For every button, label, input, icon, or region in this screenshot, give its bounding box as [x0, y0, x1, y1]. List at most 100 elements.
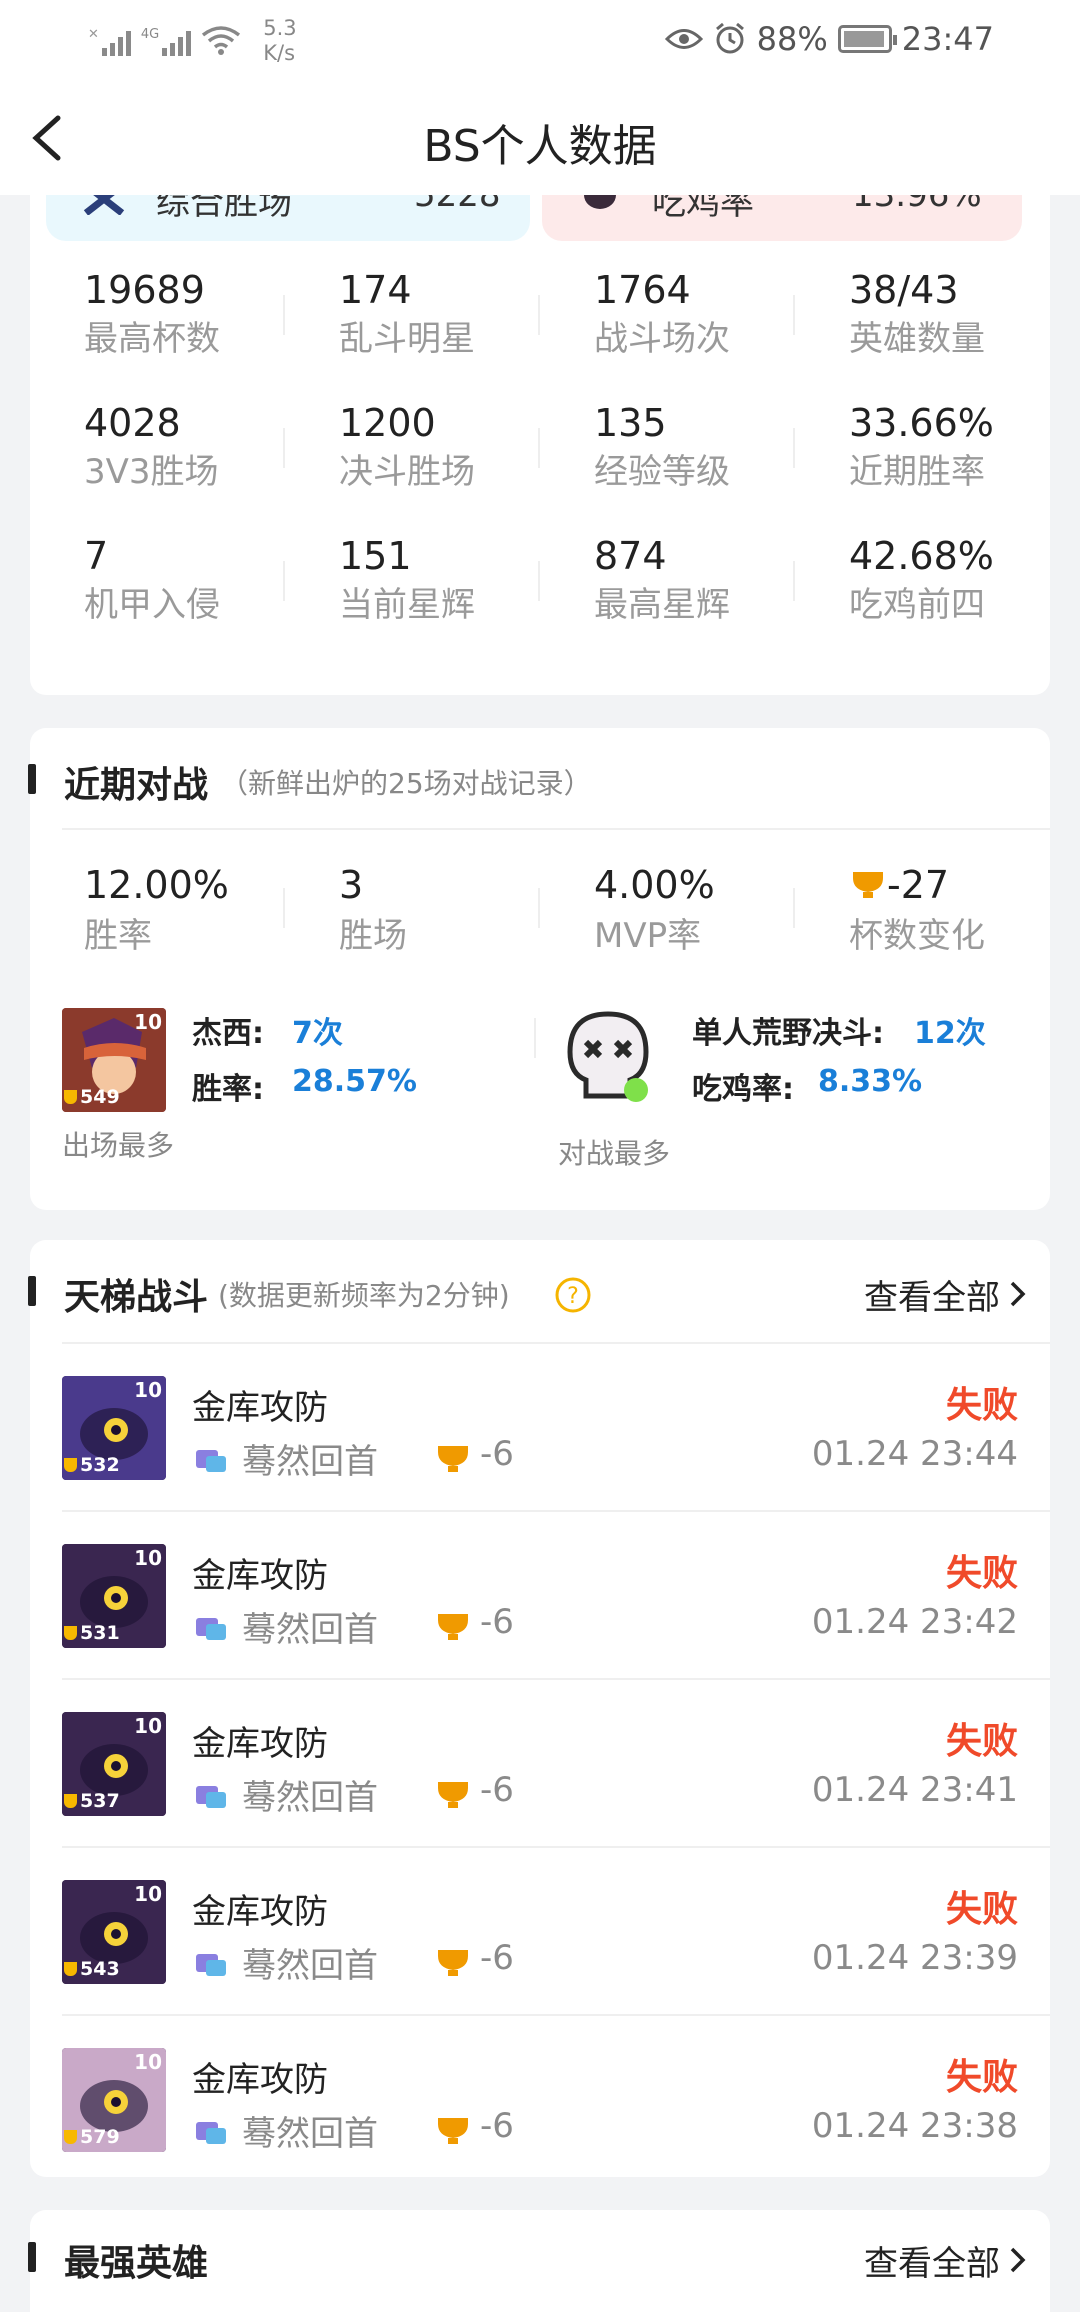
match-result: 失败: [945, 1721, 1018, 1762]
battery-icon: [837, 25, 897, 53]
view-all-link[interactable]: 查看全部: [864, 1270, 1000, 1319]
section-title: 天梯战斗: [64, 1277, 209, 1318]
alarm-icon: [715, 22, 744, 54]
recent-stats-row: 12.00% 胜率 3 胜场 4.00% MVP率 -27 杯数变化: [30, 858, 1050, 960]
win-rate-value: 13.96%: [852, 195, 982, 215]
stat-cell: 174 乱斗明星: [285, 265, 540, 398]
match-time: 01.24 23:39: [811, 1938, 1018, 1978]
stat-cell: 4.00% MVP率: [540, 858, 795, 960]
map-name: 蓦然回首: [242, 1778, 378, 1818]
most-played-caption: 出场最多: [62, 1129, 175, 1162]
win-rate-pill: 吃鸡率 13.96%: [542, 195, 1022, 241]
match-row[interactable]: 10 532 金库攻防 蓦然回首 -6 失败 01.24 23:44: [30, 1344, 1050, 1512]
brawler-avatar: 10 532: [62, 1376, 166, 1480]
section-marker: [28, 2242, 36, 2272]
total-wins-value: 5228: [414, 195, 501, 215]
match-time: 01.24 23:42: [811, 1602, 1018, 1642]
chevron-right-icon[interactable]: [1008, 1280, 1026, 1308]
stat-row: 4028 3V3胜场 1200 决斗胜场 135 经验等级 33.66% 近期胜率: [30, 398, 1050, 531]
trophy-change: -6: [480, 1938, 514, 1978]
match-time: 01.24 23:44: [811, 1434, 1018, 1474]
game-mode: 金库攻防: [192, 1388, 328, 1428]
trophy-icon: [438, 1614, 468, 1640]
stat-cell: 19689 最高杯数: [30, 265, 285, 398]
help-icon[interactable]: ?: [554, 1276, 592, 1314]
network-speed: 5.3 K/s: [263, 16, 297, 65]
stat-cell: 4028 3V3胜场: [30, 398, 285, 531]
match-result: 失败: [945, 1889, 1018, 1930]
match-row[interactable]: 10 579 金库攻防 蓦然回首 -6 失败 01.24 23:38: [30, 2016, 1050, 2184]
divider: [62, 828, 1050, 830]
page-title: BS个人数据: [423, 121, 657, 172]
clock: 23:47: [901, 20, 994, 58]
hero-name-label: 杰西:: [192, 1016, 264, 1051]
stat-cell: 38/43 英雄数量: [849, 268, 985, 359]
brawler-avatar: 10 543: [62, 1880, 166, 1984]
view-all-link[interactable]: 查看全部: [864, 2236, 1000, 2285]
map-icon: [196, 1450, 226, 1472]
match-row[interactable]: 10 537 金库攻防 蓦然回首 -6 失败 01.24 23:41: [30, 1680, 1050, 1848]
stat-cell: 1764 战斗场次: [540, 265, 795, 398]
total-wins-label: 综合胜场: [156, 195, 292, 223]
game-mode: 金库攻防: [192, 1556, 328, 1596]
win-rate-label: 吃鸡率: [652, 195, 754, 223]
mode-rate: 8.33%: [818, 1064, 923, 1099]
mode-count: 12次: [914, 1016, 986, 1051]
skull-icon: [584, 195, 616, 209]
trophy-icon: [438, 1950, 468, 1976]
match-result: 失败: [945, 1385, 1018, 1426]
trophy-icon: [853, 872, 883, 898]
map-name: 蓦然回首: [242, 1946, 378, 1986]
chevron-right-icon[interactable]: [1008, 2246, 1026, 2274]
match-row[interactable]: 10 543 金库攻防 蓦然回首 -6 失败 01.24 23:39: [30, 1848, 1050, 2016]
stat-cell: -27 杯数变化: [849, 863, 985, 956]
stat-row: 19689 最高杯数 174 乱斗明星 1764 战斗场次 38/43 英雄数量: [30, 265, 1050, 398]
overview-stats-grid: 19689 最高杯数 174 乱斗明星 1764 战斗场次 38/43 英雄数量 402…: [30, 265, 1050, 664]
crossed-swords-icon: [83, 195, 125, 215]
map-icon: [196, 2122, 226, 2144]
stat-cell: 3 胜场: [285, 858, 540, 960]
hero-avatar: 10 549: [62, 1008, 166, 1112]
app-header: BS个人数据: [0, 80, 1080, 195]
mode-rate-label: 吃鸡率:: [692, 1072, 794, 1107]
signal-2-icon: 4G: [141, 26, 192, 56]
recent-battles-card: 近期对战 （新鲜出炉的25场对战记录） 12.00% 胜率 3 胜场 4.00% MV…: [28, 728, 1050, 1210]
stat-cell: 7 机甲入侵: [30, 531, 285, 664]
status-left: ✕ 4G 5.3 K/s: [88, 16, 297, 66]
map-icon: [196, 1954, 226, 1976]
game-mode: 金库攻防: [192, 1724, 328, 1764]
wifi-icon: [202, 26, 241, 55]
map-name: 蓦然回首: [242, 2114, 378, 2154]
map-name: 蓦然回首: [242, 1610, 378, 1650]
battery-percent: 88%: [756, 20, 828, 58]
match-result: 失败: [945, 1553, 1018, 1594]
match-row[interactable]: 10 531 金库攻防 蓦然回首 -6 失败 01.24 23:42: [30, 1512, 1050, 1680]
eye-icon: [664, 29, 703, 49]
hero-count: 7次: [292, 1016, 343, 1051]
trophy-change: -6: [480, 1770, 514, 1810]
stat-cell: 135 经验等级: [540, 398, 795, 531]
section-title: 近期对战: [64, 765, 209, 806]
stat-cell: 1200 决斗胜场: [285, 398, 540, 531]
status-right: 88% 23:47: [664, 20, 994, 58]
stat-cell: 33.66% 近期胜率: [849, 401, 994, 492]
section-subtitle: （新鲜出炉的25场对战记录）: [220, 767, 592, 800]
trophy-icon: [438, 2118, 468, 2144]
trophy-icon: [438, 1782, 468, 1808]
hero-winrate-label: 胜率:: [192, 1072, 264, 1107]
stat-cell: 42.68% 吃鸡前四: [849, 534, 994, 625]
stat-cell: 151 当前星辉: [285, 531, 540, 664]
hero-winrate: 28.57%: [292, 1064, 417, 1099]
stat-cell: 874 最高星辉: [540, 531, 795, 664]
section-header: 天梯战斗 (数据更新频率为2分钟) ? 查看全部: [28, 1264, 1050, 1324]
map-icon: [196, 1786, 226, 1808]
total-wins-pill: 综合胜场 5228: [46, 195, 530, 241]
trophy-icon: [438, 1446, 468, 1472]
svg-text:?: ?: [567, 1284, 579, 1309]
section-header: 近期对战 （新鲜出炉的25场对战记录）: [28, 752, 1050, 812]
map-name: 蓦然回首: [242, 1442, 378, 1482]
section-header: 最强英雄 查看全部: [28, 2230, 1050, 2290]
section-marker: [28, 1276, 36, 1306]
stat-cell: 12.00% 胜率: [30, 858, 285, 960]
match-time: 01.24 23:38: [811, 2106, 1018, 2146]
